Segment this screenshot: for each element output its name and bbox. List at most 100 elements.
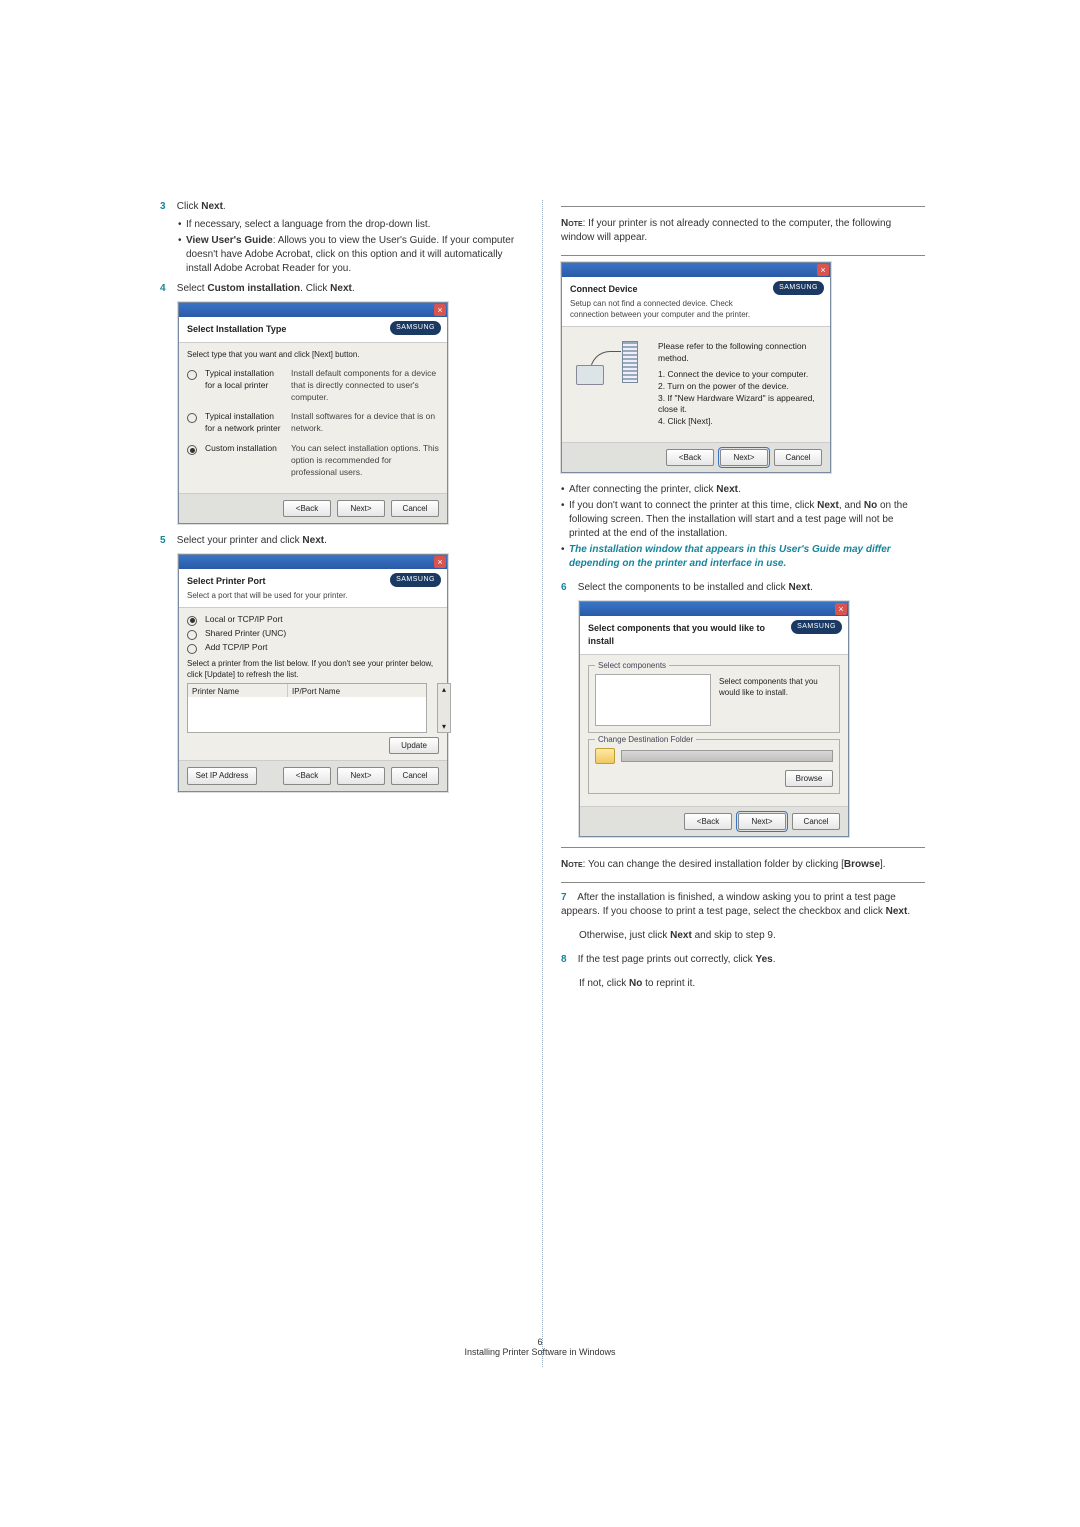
instruction-list: Please refer to the following connection… (658, 341, 822, 428)
dialog-button-row: <Back Next> Cancel (580, 806, 848, 836)
radio-icon (187, 413, 197, 423)
computer-icon (622, 341, 638, 383)
dialog-header: SAMSUNG Select components that you would… (580, 616, 848, 654)
step-5-text: Select your printer and click Next. (177, 535, 327, 546)
next-button[interactable]: Next> (720, 449, 768, 466)
close-icon[interactable]: × (434, 304, 446, 316)
step-7: 7 After the installation is finished, a … (561, 891, 925, 919)
option-description: Install softwares for a device that is o… (291, 411, 439, 435)
dialog-select-installation-type: × SAMSUNG Select Installation Type Selec… (178, 302, 448, 524)
group-legend: Change Destination Folder (595, 734, 696, 745)
step-number: 7 (561, 891, 575, 905)
scroll-down-icon[interactable]: ▾ (438, 721, 450, 732)
scroll-up-icon[interactable]: ▴ (438, 684, 450, 695)
dialog-button-row: Set IP Address <Back Next> Cancel (179, 760, 447, 790)
radio-icon (187, 630, 197, 640)
step-number: 6 (561, 581, 575, 595)
samsung-logo: SAMSUNG (390, 573, 441, 587)
next-button[interactable]: Next> (337, 767, 385, 784)
radio-option-custom[interactable]: Custom installation You can select insta… (187, 443, 439, 479)
option-description: Install default components for a device … (291, 368, 439, 404)
next-button[interactable]: Next> (738, 813, 786, 830)
samsung-logo: SAMSUNG (390, 321, 441, 335)
back-button[interactable]: <Back (283, 767, 331, 784)
left-column: 3 Click Next. If necessary, select a lan… (160, 200, 542, 1367)
step-8-text: If the test page prints out correctly, c… (578, 954, 776, 965)
connection-illustration (570, 341, 648, 399)
horizontal-rule (561, 255, 925, 256)
radio-icon (187, 370, 197, 380)
bullet-item: If necessary, select a language from the… (178, 218, 524, 232)
step-number: 4 (160, 282, 174, 296)
browse-button[interactable]: Browse (785, 770, 833, 787)
horizontal-rule (561, 206, 925, 207)
instruction-lead: Please refer to the following connection… (658, 341, 822, 365)
instruction-item: 1. Connect the device to your computer. (658, 369, 822, 381)
cancel-button[interactable]: Cancel (774, 449, 822, 466)
destination-path-bar (621, 750, 833, 762)
step-number: 5 (160, 534, 174, 548)
option-label: Add TCP/IP Port (205, 642, 268, 654)
group-legend: Select components (595, 660, 669, 671)
step-8-line2: If not, click No to reprint it. (579, 977, 925, 991)
printer-list-table[interactable]: Printer Name IP/Port Name (187, 683, 427, 733)
radio-option-typical-network[interactable]: Typical installation for a network print… (187, 411, 439, 435)
dialog-header: SAMSUNG Connect Device Setup can not fin… (562, 277, 830, 327)
dialog-titlebar: × (179, 555, 447, 569)
dialog-button-row: <Back Next> Cancel (179, 493, 447, 523)
scrollbar[interactable]: ▴ ▾ (437, 683, 451, 733)
post-connect-bullets: After connecting the printer, click Next… (561, 483, 925, 571)
option-label: Custom installation (205, 443, 283, 455)
step-6-text: Select the components to be installed an… (578, 582, 813, 593)
back-button[interactable]: <Back (684, 813, 732, 830)
step-4-text: Select Custom installation. Click Next. (177, 283, 355, 294)
bullet-item: View User's Guide: Allows you to view th… (178, 234, 524, 276)
dialog-subtitle: Setup can not find a connected device. C… (570, 298, 822, 320)
right-column: Note: If your printer is not already con… (543, 200, 925, 1367)
cancel-button[interactable]: Cancel (391, 500, 439, 517)
group-select-components: Select components Select components that… (588, 665, 840, 733)
two-column-content: 3 Click Next. If necessary, select a lan… (160, 200, 925, 1367)
dialog-body: Local or TCP/IP Port Shared Printer (UNC… (179, 608, 447, 761)
option-label: Typical installation for a network print… (205, 411, 283, 435)
next-button[interactable]: Next> (337, 500, 385, 517)
radio-option-typical-local[interactable]: Typical installation for a local printer… (187, 368, 439, 404)
page-footer: 6 Installing Printer Software in Windows (0, 1337, 1080, 1357)
components-listbox[interactable] (595, 674, 711, 726)
footer-title: Installing Printer Software in Windows (464, 1347, 615, 1357)
radio-local-tcpip[interactable]: Local or TCP/IP Port (187, 614, 439, 626)
dialog-body: Select type that you want and click [Nex… (179, 343, 447, 493)
set-ip-button[interactable]: Set IP Address (187, 767, 257, 784)
close-icon[interactable]: × (817, 264, 829, 276)
back-button[interactable]: <Back (666, 449, 714, 466)
option-label: Shared Printer (UNC) (205, 628, 286, 640)
radio-shared-unc[interactable]: Shared Printer (UNC) (187, 628, 439, 640)
column-header-printer-name: Printer Name (188, 684, 288, 697)
step-6: 6 Select the components to be installed … (561, 581, 925, 595)
note-label: Note (561, 218, 583, 229)
step-5: 5 Select your printer and click Next. (160, 534, 524, 548)
update-button[interactable]: Update (389, 737, 439, 754)
radio-icon (187, 616, 197, 626)
radio-icon (187, 644, 197, 654)
dialog-titlebar: × (580, 602, 848, 616)
dialog-header: SAMSUNG Select Installation Type (179, 317, 447, 343)
instruction-item: 2. Turn on the power of the device. (658, 381, 822, 393)
close-icon[interactable]: × (434, 556, 446, 568)
cancel-button[interactable]: Cancel (391, 767, 439, 784)
samsung-logo: SAMSUNG (773, 281, 824, 295)
bullet-item: If you don't want to connect the printer… (561, 499, 925, 541)
group-destination-folder: Change Destination Folder Browse (588, 739, 840, 794)
option-label: Local or TCP/IP Port (205, 614, 283, 626)
dialog-select-components: × SAMSUNG Select components that you wou… (579, 601, 849, 837)
printer-icon (576, 365, 604, 385)
dialog-body: Select components Select components that… (580, 655, 848, 806)
document-page: 3 Click Next. If necessary, select a lan… (0, 0, 1080, 1527)
back-button[interactable]: <Back (283, 500, 331, 517)
cancel-button[interactable]: Cancel (792, 813, 840, 830)
dialog-titlebar: × (179, 303, 447, 317)
dialog-select-printer-port: × SAMSUNG Select Printer Port Select a p… (178, 554, 448, 792)
option-label: Typical installation for a local printer (205, 368, 283, 392)
close-icon[interactable]: × (835, 603, 847, 615)
radio-add-tcpip[interactable]: Add TCP/IP Port (187, 642, 439, 654)
